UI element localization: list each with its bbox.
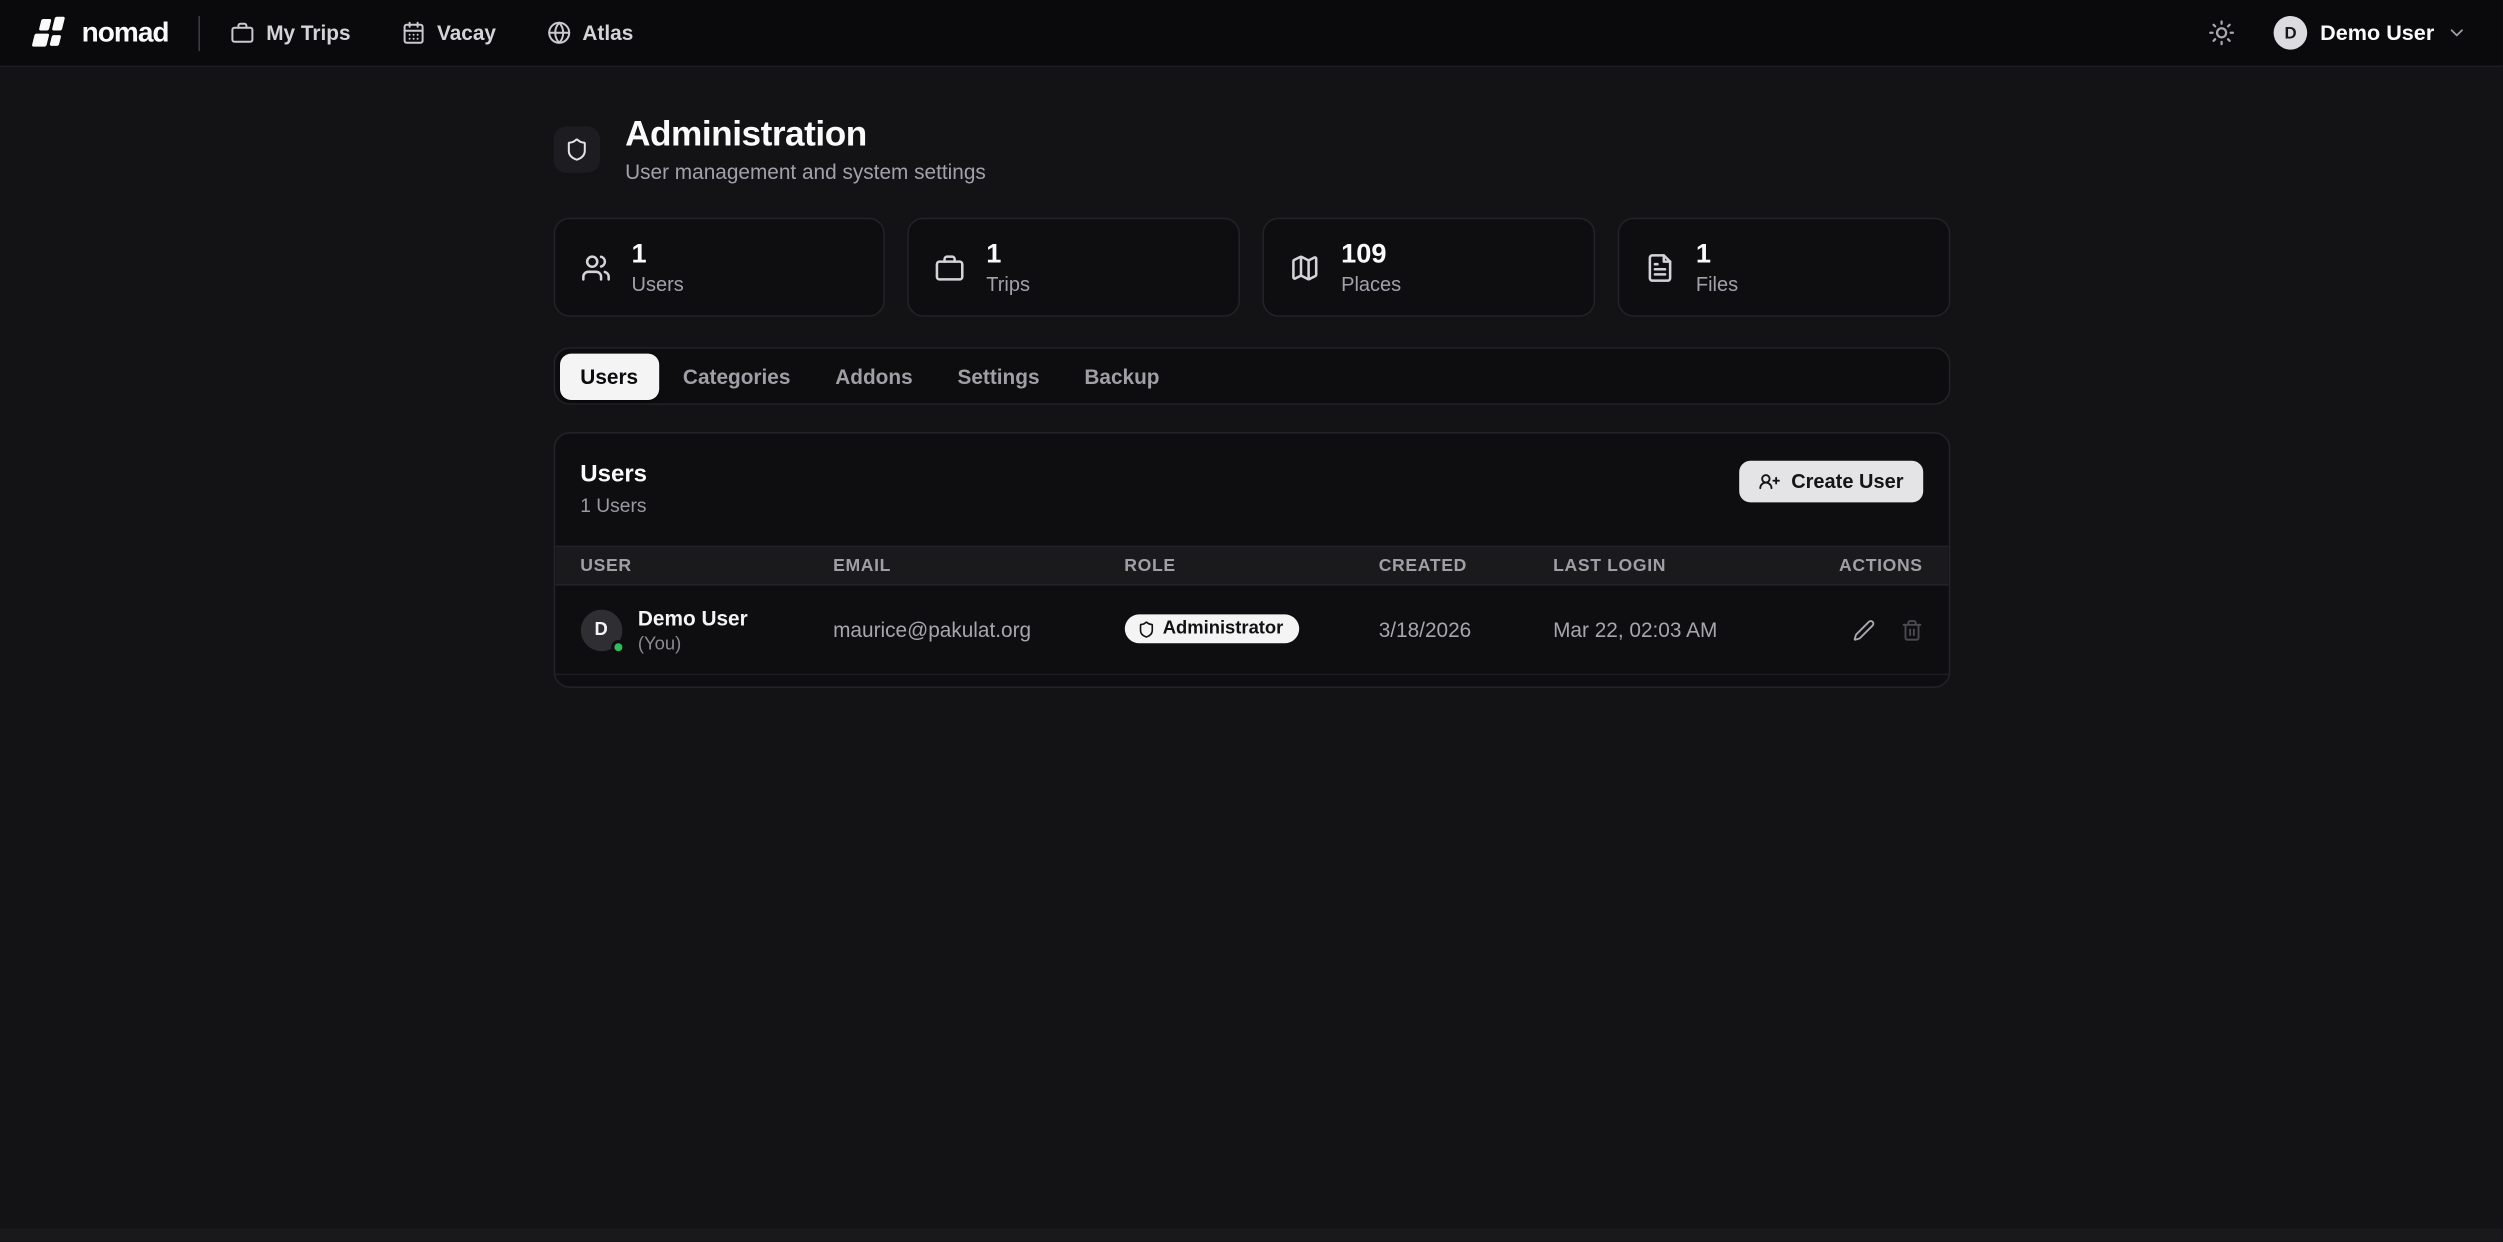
stat-card-files: 1 Files — [1618, 218, 1950, 317]
online-status-dot — [611, 640, 625, 654]
column-header-last-login: LAST LOGIN — [1553, 556, 1788, 575]
create-user-button[interactable]: Create User — [1738, 461, 1922, 503]
stat-value: 1 — [632, 240, 684, 270]
nav-items: My Trips Vacay Atlas — [231, 21, 633, 45]
stat-value: 109 — [1341, 240, 1401, 270]
edit-user-button[interactable] — [1852, 619, 1874, 641]
pencil-icon — [1852, 619, 1874, 641]
file-icon — [1645, 252, 1675, 282]
map-icon — [1290, 252, 1320, 282]
nav-item-atlas[interactable]: Atlas — [547, 21, 633, 45]
stat-card-users: 1 Users — [553, 218, 885, 317]
row-created: 3/18/2026 — [1379, 618, 1553, 642]
stat-label: Users — [632, 273, 684, 295]
shield-icon — [1137, 620, 1155, 638]
stat-value: 1 — [986, 240, 1030, 270]
shield-icon — [553, 126, 599, 172]
row-email: maurice@pakulat.org — [833, 618, 1124, 642]
brand-logo[interactable]: nomad — [32, 14, 169, 51]
calendar-icon — [402, 21, 426, 45]
nav-item-my-trips[interactable]: My Trips — [231, 21, 351, 45]
column-header-created: CREATED — [1379, 556, 1553, 575]
row-you-label: (You) — [638, 635, 748, 654]
users-panel-header: Users 1 Users Create User — [555, 434, 1949, 517]
users-panel: Users 1 Users Create User USER EMAIL ROL… — [553, 432, 1950, 688]
users-count: 1 Users — [580, 495, 647, 517]
row-avatar-wrap: D — [580, 609, 622, 651]
tab-addons[interactable]: Addons — [814, 353, 933, 399]
app-viewport: nomad My Trips Vacay — [0, 0, 2503, 1242]
role-cell: Administrator — [1124, 614, 1378, 645]
main-content: Administration User management and syste… — [553, 114, 1950, 689]
nav-item-label: My Trips — [266, 21, 350, 45]
sun-icon — [2208, 19, 2235, 46]
top-nav: nomad My Trips Vacay — [0, 0, 2503, 67]
globe-icon — [547, 21, 571, 45]
theme-toggle-button[interactable] — [2208, 19, 2235, 46]
page-header: Administration User management and syste… — [553, 114, 1950, 185]
stats-row: 1 Users 1 Trips 109 Places — [553, 218, 1950, 317]
row-actions — [1788, 619, 1922, 641]
page-title: Administration — [625, 114, 986, 154]
nav-separator — [199, 15, 201, 50]
stat-card-places: 109 Places — [1263, 218, 1595, 317]
role-badge-label: Administrator — [1163, 619, 1284, 638]
avatar: D — [2274, 16, 2308, 50]
row-user-name: Demo User — [638, 606, 748, 631]
column-header-role: ROLE — [1124, 556, 1378, 575]
column-header-actions: ACTIONS — [1788, 556, 1922, 575]
stat-label: Trips — [986, 273, 1030, 295]
user-menu[interactable]: D Demo User — [2274, 16, 2468, 50]
tab-backup[interactable]: Backup — [1064, 353, 1181, 399]
brand-name: nomad — [82, 16, 169, 50]
page-header-text: Administration User management and syste… — [625, 114, 986, 185]
user-plus-icon — [1758, 471, 1780, 493]
table-row: D Demo User (You) maurice@pakulat.org Ad — [555, 586, 1949, 676]
briefcase-icon — [935, 252, 965, 282]
nomad-logo-icon — [32, 14, 69, 51]
column-header-user: USER — [580, 556, 833, 575]
user-name: Demo User — [2320, 21, 2434, 45]
nav-item-label: Atlas — [582, 21, 633, 45]
briefcase-icon — [231, 21, 255, 45]
nav-item-label: Vacay — [437, 21, 496, 45]
column-header-email: EMAIL — [833, 556, 1124, 575]
trash-icon — [1900, 619, 1922, 641]
nav-left: nomad My Trips Vacay — [32, 14, 633, 51]
stat-label: Files — [1696, 273, 1738, 295]
tab-categories[interactable]: Categories — [662, 353, 811, 399]
stat-label: Places — [1341, 273, 1401, 295]
create-user-label: Create User — [1791, 471, 1903, 493]
nav-right: D Demo User — [2208, 16, 2468, 50]
chevron-down-icon — [2447, 22, 2468, 43]
page-subtitle: User management and system settings — [625, 160, 986, 184]
stat-value: 1 — [1696, 240, 1738, 270]
users-panel-title: Users — [580, 461, 647, 488]
admin-tabs: Users Categories Addons Settings Backup — [553, 348, 1950, 406]
delete-user-button[interactable] — [1900, 619, 1922, 641]
users-table-header: USER EMAIL ROLE CREATED LAST LOGIN ACTIO… — [555, 546, 1949, 586]
tab-users[interactable]: Users — [560, 353, 659, 399]
stat-card-trips: 1 Trips — [908, 218, 1240, 317]
user-cell: D Demo User (You) — [580, 606, 833, 653]
role-badge: Administrator — [1124, 614, 1299, 643]
tab-settings[interactable]: Settings — [937, 353, 1061, 399]
nav-item-vacay[interactable]: Vacay — [402, 21, 496, 45]
users-icon — [580, 252, 610, 282]
row-last-login: Mar 22, 02:03 AM — [1553, 618, 1788, 642]
bottom-scroll-strip — [0, 1229, 2503, 1242]
